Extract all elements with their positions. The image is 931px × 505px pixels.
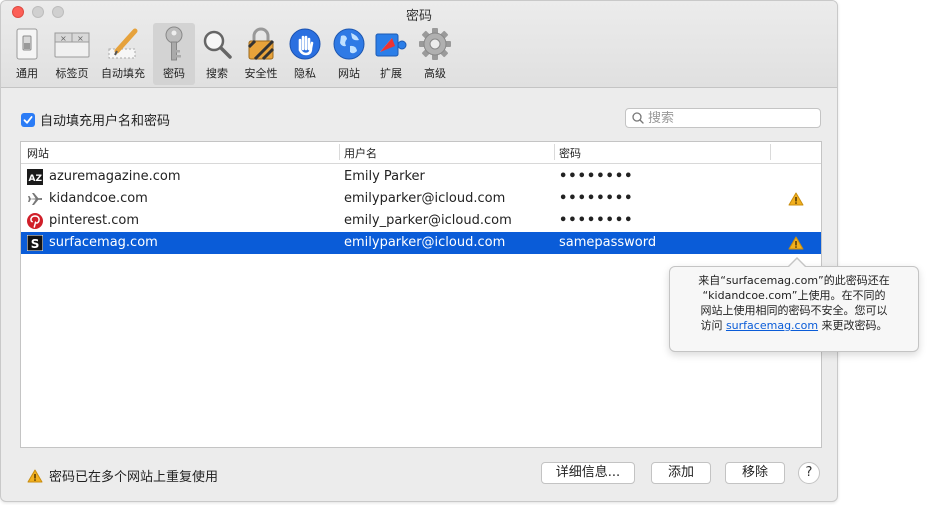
globe-icon (331, 26, 367, 62)
toolbar-label: 安全性 (244, 67, 278, 80)
search-icon (632, 112, 644, 124)
popover-line: “kidandcoe.com”上使用。在不同的 (702, 289, 886, 302)
az-icon: AZ (27, 169, 43, 185)
toolbar-label: 标签页 (55, 67, 89, 80)
checkmark-icon (23, 115, 33, 124)
remove-button[interactable]: 移除 (725, 462, 785, 484)
toolbar-label: 通用 (16, 67, 38, 80)
toolbar-item-privacy[interactable]: 隐私 (289, 23, 321, 85)
svg-text:S: S (31, 237, 40, 251)
table-row[interactable]: kidandcoe.com emilyparker@icloud.com •••… (21, 188, 821, 210)
tabs-icon: × × (54, 26, 90, 62)
column-header-username[interactable]: 用户名 (344, 145, 377, 161)
toolbar-label: 高级 (424, 67, 446, 80)
toolbar-label: 隐私 (294, 67, 316, 80)
pinterest-icon (27, 213, 43, 229)
toolbar-item-autofill[interactable]: 自动填充 (98, 23, 148, 85)
toolbar-label: 自动填充 (101, 67, 145, 80)
puzzle-icon (373, 26, 409, 62)
password: •••••••• (559, 169, 634, 184)
toolbar-label: 搜索 (206, 67, 228, 80)
password: •••••••• (559, 191, 634, 206)
switch-icon (9, 26, 45, 62)
toolbar-item-advanced[interactable]: 高级 (417, 23, 453, 85)
table-row[interactable]: AZ azuremagazine.com Emily Parker ••••••… (21, 166, 821, 188)
key-icon (156, 26, 192, 62)
add-button[interactable]: 添加 (651, 462, 711, 484)
preferences-window: 密码 通用 × × 标签页 自动填充 密码 搜索 安全性 隐私 网站 扩展 高级… (0, 0, 838, 502)
username: emilyparker@icloud.com (344, 191, 506, 206)
column-divider (770, 144, 771, 160)
column-header-website[interactable]: 网站 (27, 145, 49, 161)
site-name: pinterest.com (49, 213, 140, 228)
toolbar-item-extensions[interactable]: 扩展 (373, 23, 409, 85)
popover-text: 访问 (700, 319, 726, 332)
warning-icon[interactable] (788, 236, 804, 250)
toolbar: 密码 通用 × × 标签页 自动填充 密码 搜索 安全性 隐私 网站 扩展 高级 (1, 1, 837, 88)
site-name: surfacemag.com (49, 235, 158, 250)
table-row[interactable]: pinterest.com emily_parker@icloud.com ••… (21, 210, 821, 232)
plane-icon (28, 193, 42, 205)
svg-text:×: × (60, 34, 67, 43)
toolbar-item-websites[interactable]: 网站 (331, 23, 367, 85)
warning-icon[interactable] (788, 192, 804, 206)
table-header: 网站 用户名 密码 (21, 142, 821, 164)
popover-arrow (788, 259, 806, 268)
password: samepassword (559, 235, 657, 250)
gear-icon (417, 26, 453, 62)
toolbar-label: 网站 (338, 67, 360, 80)
table-row-selected[interactable]: S surfacemag.com emilyparker@icloud.com … (21, 232, 821, 254)
toolbar-item-general[interactable]: 通用 (9, 23, 45, 85)
toolbar-item-tabs[interactable]: × × 标签页 (51, 23, 93, 85)
reuse-warning: 密码已在多个网站上重复使用 (27, 466, 218, 485)
column-header-password[interactable]: 密码 (559, 145, 581, 161)
search-field[interactable] (625, 108, 821, 128)
autofill-checkbox-row[interactable]: 自动填充用户名和密码 (21, 110, 170, 129)
popover-line: 访问 surfacemag.com 来更改密码。 (678, 318, 910, 333)
window-title: 密码 (405, 9, 432, 24)
reuse-warning-text: 密码已在多个网站上重复使用 (49, 470, 219, 485)
column-divider (339, 144, 340, 160)
surfacemag-link[interactable]: surfacemag.com (726, 319, 818, 332)
help-button[interactable]: ? (798, 462, 820, 484)
autofill-checkbox[interactable] (21, 112, 35, 127)
toolbar-item-passwords[interactable]: 密码 (153, 23, 195, 85)
column-divider (554, 144, 555, 160)
autofill-label: 自动填充用户名和密码 (40, 114, 171, 129)
toolbar-item-security[interactable]: 安全性 (239, 23, 283, 85)
hand-icon (287, 26, 323, 62)
svg-text:×: × (77, 34, 84, 43)
svg-text:AZ: AZ (29, 174, 43, 184)
warning-icon (27, 469, 43, 482)
site-name: kidandcoe.com (49, 191, 148, 206)
username: emily_parker@icloud.com (344, 213, 512, 228)
username: emilyparker@icloud.com (344, 235, 506, 250)
site-name: azuremagazine.com (49, 169, 181, 184)
popover-text: 来更改密码。 (818, 319, 888, 332)
username: Emily Parker (344, 169, 425, 184)
lock-icon (243, 26, 279, 62)
details-button[interactable]: 详细信息... (541, 462, 635, 484)
toolbar-label: 密码 (163, 67, 185, 80)
magnifier-icon (199, 26, 235, 62)
search-input[interactable] (648, 110, 808, 126)
toolbar-label: 扩展 (380, 67, 402, 80)
pencil-icon (105, 26, 141, 62)
surface-s-icon: S (27, 235, 43, 251)
reuse-popover: 来自“surfacemag.com”的此密码还在 “kidandcoe.com”… (669, 257, 919, 352)
toolbar-item-search[interactable]: 搜索 (201, 23, 233, 85)
popover-line: 网站上使用相同的密码不安全。您可以 (700, 304, 888, 317)
password: •••••••• (559, 213, 634, 228)
popover-line: 来自“surfacemag.com”的此密码还在 (698, 274, 890, 287)
